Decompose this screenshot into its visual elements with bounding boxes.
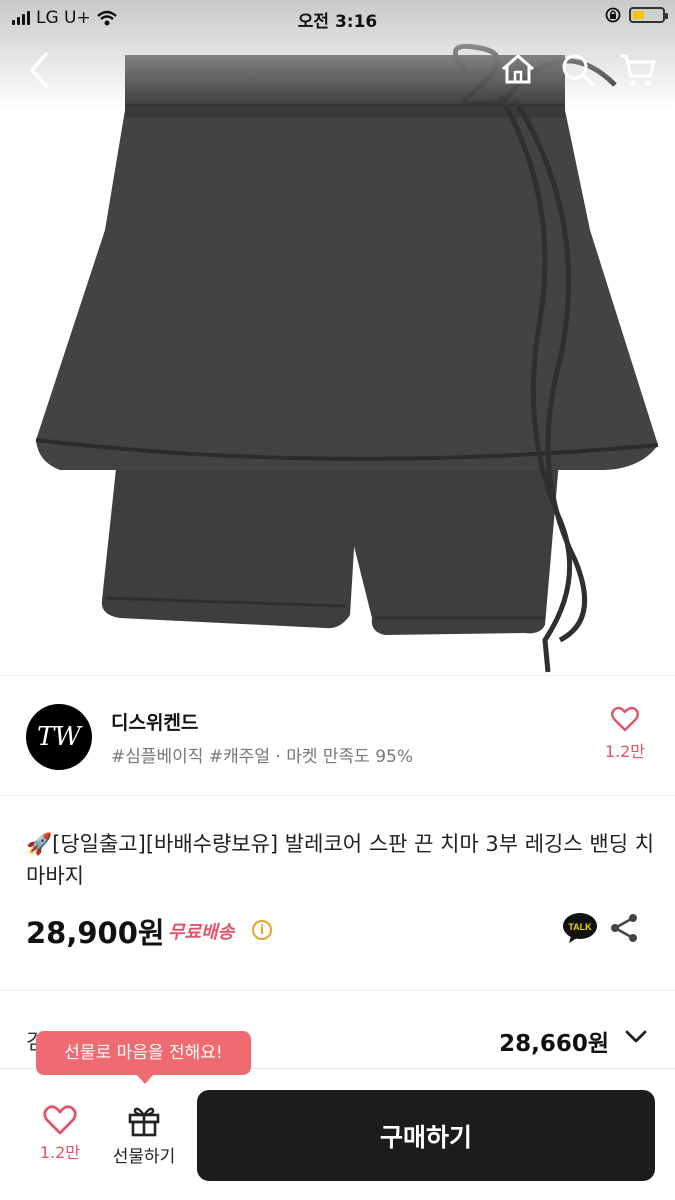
seller-logo: TW bbox=[26, 704, 92, 770]
home-icon[interactable] bbox=[500, 52, 536, 86]
buy-button[interactable]: 구매하기 bbox=[197, 1090, 655, 1181]
heart-icon bbox=[43, 1105, 77, 1135]
search-icon[interactable] bbox=[560, 52, 596, 88]
back-icon[interactable] bbox=[22, 50, 56, 90]
status-bar: LG U+ 오전 3:16 bbox=[0, 0, 675, 36]
kakao-talk-icon[interactable]: TALK bbox=[562, 912, 598, 944]
discount-price: 28,660원 bbox=[499, 1031, 609, 1057]
cart-icon[interactable] bbox=[618, 52, 656, 88]
talk-label: TALK bbox=[568, 922, 592, 932]
product-price: 28,900원 bbox=[26, 916, 165, 950]
rocket-icon: 🚀 bbox=[26, 832, 53, 856]
divider bbox=[0, 795, 675, 796]
seller-section[interactable]: TW 디스위켄드 #심플베이직 #캐주얼 · 마켓 만족도 95% 1.2만 bbox=[0, 676, 675, 794]
seller-name[interactable]: 디스위켄드 bbox=[111, 708, 198, 735]
seller-like-count: 1.2만 bbox=[604, 742, 645, 761]
status-time: 오전 3:16 bbox=[297, 12, 378, 32]
share-icon[interactable] bbox=[608, 912, 640, 944]
battery-icon bbox=[629, 7, 668, 23]
like-count: 1.2만 bbox=[39, 1143, 81, 1162]
gift-tooltip: 선물로 마음을 전해요! bbox=[36, 1031, 251, 1084]
bottom-action-bar: 1.2만 선물하기 구매하기 bbox=[0, 1068, 675, 1200]
gift-button[interactable]: 선물하기 bbox=[106, 1105, 182, 1167]
like-button[interactable]: 1.2만 bbox=[30, 1105, 90, 1163]
divider bbox=[0, 990, 675, 991]
chevron-down-icon[interactable] bbox=[625, 1030, 647, 1044]
heart-icon bbox=[610, 706, 639, 732]
seller-tags: #심플베이직 #캐주얼 · 마켓 만족도 95% bbox=[111, 747, 414, 767]
gift-label: 선물하기 bbox=[112, 1147, 176, 1167]
shipping-badge: 무료배송 bbox=[168, 922, 235, 943]
product-title: 🚀[당일출고][바배수량보유] 발레코어 스판 끈 치마 3부 레깅스 밴딩 치… bbox=[26, 828, 656, 892]
info-icon[interactable]: i bbox=[252, 920, 272, 940]
gift-icon bbox=[128, 1107, 160, 1137]
rotation-lock-icon bbox=[605, 7, 621, 23]
seller-like-button[interactable]: 1.2만 bbox=[605, 706, 645, 762]
product-title-text: [당일출고][바배수량보유] 발레코어 스판 끈 치마 3부 레깅스 밴딩 치마… bbox=[26, 832, 655, 888]
